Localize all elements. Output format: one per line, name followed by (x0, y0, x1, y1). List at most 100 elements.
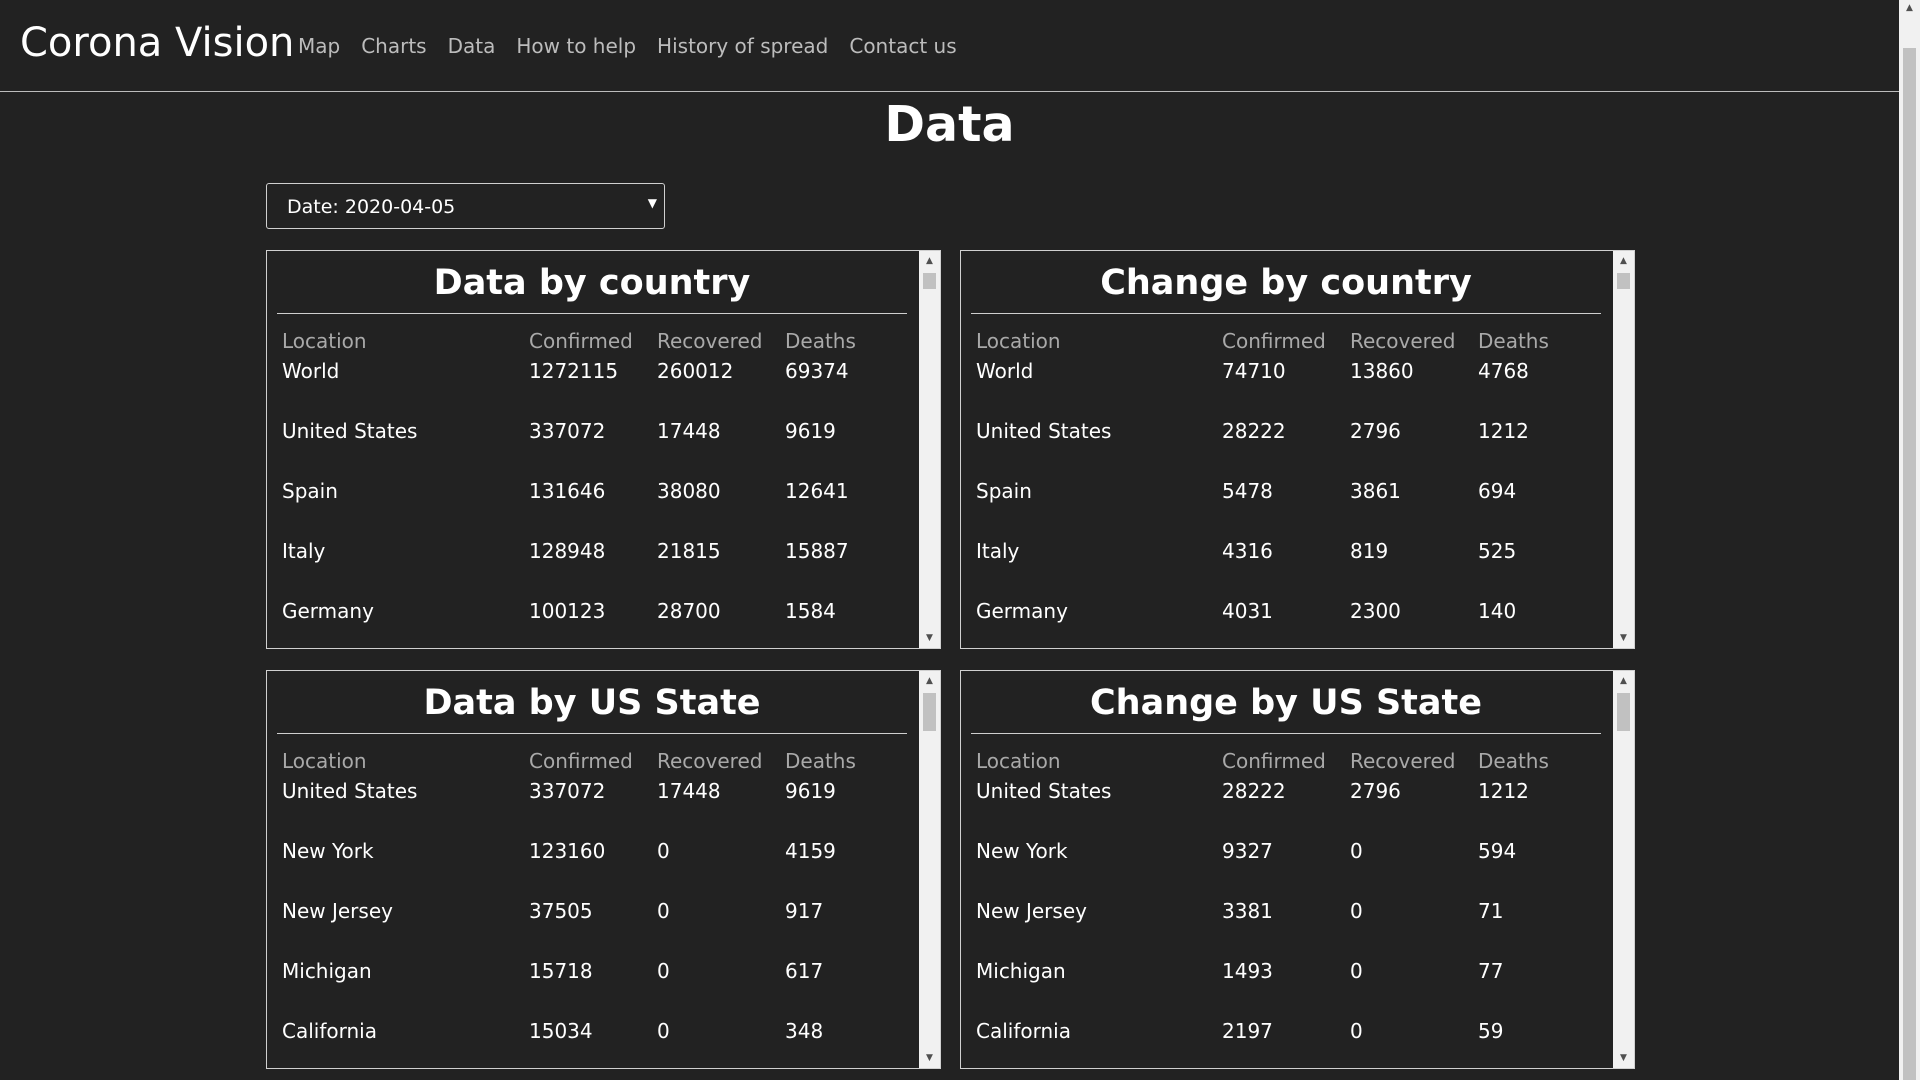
table-cell-recovered: 819 (1350, 539, 1389, 563)
table-cell-location: United States (976, 779, 1112, 803)
table-cell-confirmed: 2197 (1222, 1019, 1273, 1043)
scroll-up-icon[interactable]: ▲ (1613, 253, 1634, 269)
column-header-recovered: Recovered (657, 749, 763, 773)
table-cell-confirmed: 15034 (529, 1019, 593, 1043)
scrollbar-thumb[interactable] (923, 693, 936, 731)
column-header-location: Location (976, 329, 1061, 353)
table-cell-location: United States (282, 419, 418, 443)
scroll-down-icon[interactable]: ▼ (1613, 630, 1634, 646)
table-cell-confirmed: 5478 (1222, 479, 1273, 503)
table-cell-location: World (976, 359, 1034, 383)
table-cell-recovered: 17448 (657, 419, 721, 443)
nav-link-map[interactable]: Map (298, 34, 340, 58)
scrollbar-thumb[interactable] (923, 273, 936, 289)
column-header-recovered: Recovered (1350, 329, 1456, 353)
table-cell-confirmed: 4316 (1222, 539, 1273, 563)
table-cell-deaths: 1584 (785, 599, 836, 623)
table-cell-recovered: 13860 (1350, 359, 1414, 383)
table-cell-confirmed: 337072 (529, 419, 606, 443)
nav-link-how-to-help[interactable]: How to help (516, 34, 636, 58)
panel-title: Change by US State (971, 683, 1601, 734)
panel-title: Data by country (277, 263, 907, 314)
table-cell-confirmed: 337072 (529, 779, 606, 803)
table-cell-recovered: 17448 (657, 779, 721, 803)
table-cell-deaths: 4768 (1478, 359, 1529, 383)
table-cell-confirmed: 1272115 (529, 359, 619, 383)
column-header-location: Location (976, 749, 1061, 773)
scroll-up-icon[interactable]: ▲ (1899, 3, 1920, 13)
column-header-confirmed: Confirmed (1222, 329, 1326, 353)
table-cell-deaths: 694 (1478, 479, 1517, 503)
table-cell-recovered: 2300 (1350, 599, 1401, 623)
column-header-deaths: Deaths (785, 749, 856, 773)
column-header-location: Location (282, 329, 367, 353)
nav-link-history-of-spread[interactable]: History of spread (657, 34, 828, 58)
nav-link-contact-us[interactable]: Contact us (849, 34, 956, 58)
table-cell-deaths: 59 (1478, 1019, 1504, 1043)
table-cell-recovered: 0 (1350, 839, 1363, 863)
table-cell-recovered: 38080 (657, 479, 721, 503)
panel-scrollbar[interactable]: ▲ ▼ (1613, 671, 1634, 1068)
table-cell-confirmed: 9327 (1222, 839, 1273, 863)
table-cell-confirmed: 28222 (1222, 419, 1286, 443)
scroll-down-icon[interactable]: ▼ (919, 1050, 940, 1066)
table-cell-location: Germany (282, 599, 374, 623)
table-cell-deaths: 917 (785, 899, 824, 923)
table-cell-confirmed: 131646 (529, 479, 606, 503)
table-cell-recovered: 0 (1350, 959, 1363, 983)
table-cell-deaths: 1212 (1478, 419, 1529, 443)
table-cell-deaths: 9619 (785, 419, 836, 443)
panel-scrollbar[interactable]: ▲ ▼ (1613, 251, 1634, 648)
nav-links: Map Charts Data How to help History of s… (298, 34, 957, 58)
scroll-down-icon[interactable]: ▼ (919, 630, 940, 646)
navbar: Corona Vision Map Charts Data How to hel… (0, 0, 1899, 92)
table-cell-confirmed: 100123 (529, 599, 606, 623)
table-cell-confirmed: 123160 (529, 839, 606, 863)
table-cell-location: California (976, 1019, 1071, 1043)
table-cell-recovered: 2796 (1350, 779, 1401, 803)
panel-scrollbar[interactable]: ▲ ▼ (919, 251, 940, 648)
scrollbar-thumb[interactable] (1617, 273, 1630, 289)
panel-scrollbar[interactable]: ▲ ▼ (919, 671, 940, 1068)
column-header-confirmed: Confirmed (1222, 749, 1326, 773)
nav-link-data[interactable]: Data (448, 34, 496, 58)
table-cell-location: Spain (282, 479, 338, 503)
scroll-up-icon[interactable]: ▲ (919, 253, 940, 269)
table-cell-location: United States (976, 419, 1112, 443)
table-cell-location: Michigan (282, 959, 372, 983)
nav-link-charts[interactable]: Charts (361, 34, 426, 58)
table-cell-location: Spain (976, 479, 1032, 503)
column-header-deaths: Deaths (1478, 749, 1549, 773)
table-cell-location: Italy (282, 539, 326, 563)
table-cell-confirmed: 4031 (1222, 599, 1273, 623)
scrollbar-thumb[interactable] (1617, 693, 1630, 731)
column-header-recovered: Recovered (657, 329, 763, 353)
table-cell-confirmed: 15718 (529, 959, 593, 983)
table-cell-confirmed: 28222 (1222, 779, 1286, 803)
table-cell-confirmed: 37505 (529, 899, 593, 923)
table-cell-confirmed: 1493 (1222, 959, 1273, 983)
date-select[interactable]: Date: 2020-04-05 ▼ (266, 183, 665, 229)
scroll-down-icon[interactable]: ▼ (1613, 1050, 1634, 1066)
table-cell-deaths: 348 (785, 1019, 824, 1043)
table-cell-location: New York (282, 839, 374, 863)
table-cell-recovered: 260012 (657, 359, 734, 383)
table-cell-location: California (282, 1019, 377, 1043)
panel-change-by-us-state: Change by US State Location Confirmed Re… (960, 670, 1635, 1069)
table-cell-location: New Jersey (282, 899, 393, 923)
page-scrollbar-thumb[interactable] (1903, 48, 1916, 1080)
table-cell-deaths: 9619 (785, 779, 836, 803)
scroll-up-icon[interactable]: ▲ (919, 673, 940, 689)
table-cell-recovered: 3861 (1350, 479, 1401, 503)
brand-logo[interactable]: Corona Vision (20, 20, 294, 66)
panel-title: Change by country (971, 263, 1601, 314)
table-cell-location: New York (976, 839, 1068, 863)
table-cell-recovered: 0 (657, 959, 670, 983)
table-cell-confirmed: 128948 (529, 539, 606, 563)
table-cell-deaths: 77 (1478, 959, 1504, 983)
panel-title: Data by US State (277, 683, 907, 734)
scroll-up-icon[interactable]: ▲ (1613, 673, 1634, 689)
column-header-deaths: Deaths (785, 329, 856, 353)
table-cell-deaths: 1212 (1478, 779, 1529, 803)
page-scrollbar[interactable]: ▲ (1899, 0, 1920, 1080)
